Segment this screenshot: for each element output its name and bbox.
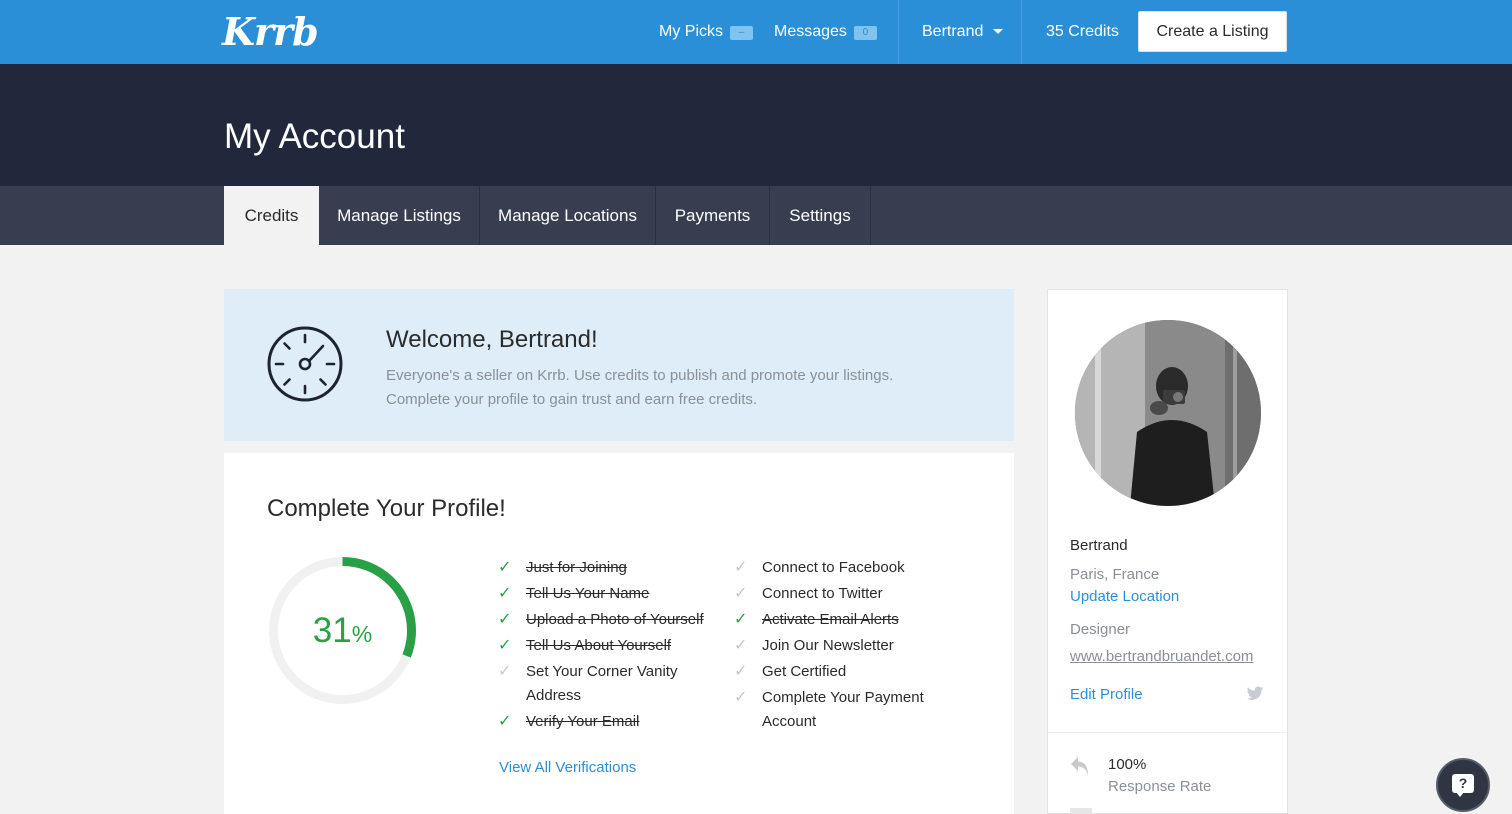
edit-profile-link[interactable]: Edit Profile <box>1070 686 1143 703</box>
tab-manage-listings[interactable]: Manage Listings <box>319 186 480 245</box>
task-label: Just for Joining <box>526 559 627 576</box>
profile-website-link[interactable]: www.bertrandbruandet.com <box>1070 648 1253 665</box>
user-menu-label: Bertrand <box>922 23 984 40</box>
avatar[interactable] <box>1075 320 1261 506</box>
checkmark-icon: ✓ <box>498 585 512 602</box>
task-label: Connect to Twitter <box>762 585 883 602</box>
nav-divider <box>1021 0 1022 64</box>
user-profile-sidebar: Bertrand Paris, France Update Location D… <box>1047 289 1288 814</box>
task-item[interactable]: ✓ Activate Email Alerts <box>734 608 964 632</box>
tab-settings[interactable]: Settings <box>770 186 871 245</box>
response-rate-value: 100% <box>1108 756 1147 773</box>
chevron-down-icon <box>993 29 1004 34</box>
credits-link[interactable]: 35 Credits <box>1046 0 1119 64</box>
checkmark-icon: ✓ <box>734 585 748 602</box>
checkmark-icon: ✓ <box>498 637 512 654</box>
messages-link[interactable]: Messages 0 <box>774 0 877 64</box>
profile-tasks-right: ✓ Connect to Facebook ✓ Connect to Twitter… <box>734 556 964 736</box>
progress-number: 31 <box>312 611 352 650</box>
nav-divider <box>898 0 899 64</box>
task-label: Get Certified <box>762 663 847 680</box>
view-all-verifications-link[interactable]: View All Verifications <box>499 759 636 776</box>
page-title: My Account <box>224 117 405 156</box>
stopwatch-icon <box>267 326 343 402</box>
task-item[interactable]: ✓ Set Your Corner Vanity Address <box>498 660 728 708</box>
checkmark-icon: ✓ <box>498 713 512 730</box>
task-item[interactable]: ✓ Join Our Newsletter <box>734 634 964 658</box>
user-menu-dropdown[interactable]: Bertrand <box>922 0 1004 64</box>
welcome-line-2: Complete your profile to gain trust and … <box>386 391 758 408</box>
reply-arrow-icon <box>1071 757 1088 775</box>
profile-progress-value: 31% <box>267 555 418 706</box>
task-label: Activate Email Alerts <box>762 611 899 628</box>
help-chat-icon: ? <box>1452 774 1474 793</box>
task-label: Tell Us About Yourself <box>526 637 672 654</box>
task-item[interactable]: ✓ Tell Us About Yourself <box>498 634 728 658</box>
complete-profile-title: Complete Your Profile! <box>267 495 506 522</box>
twitter-bird-icon[interactable] <box>1246 686 1264 702</box>
profile-location: Paris, France <box>1070 566 1160 583</box>
profile-tasks-left: ✓ Just for Joining ✓ Tell Us Your Name ✓ Up… <box>498 556 728 736</box>
my-picks-link[interactable]: My Picks – <box>659 0 753 64</box>
update-location-link[interactable]: Update Location <box>1070 588 1179 605</box>
task-item[interactable]: ✓ Just for Joining <box>498 556 728 580</box>
task-label: Join Our Newsletter <box>762 637 894 654</box>
profile-name: Bertrand <box>1070 537 1128 554</box>
task-label: Set Your Corner Vanity Address <box>526 663 678 704</box>
task-label: Complete Your Payment Account <box>762 689 924 730</box>
tab-manage-locations[interactable]: Manage Locations <box>480 186 656 245</box>
krrb-logo[interactable]: Krrb <box>222 9 319 54</box>
create-listing-button[interactable]: Create a Listing <box>1138 11 1287 52</box>
my-picks-badge: – <box>730 26 753 40</box>
tab-payments[interactable]: Payments <box>656 186 770 245</box>
conversations-icon <box>1070 808 1092 814</box>
checkmark-icon: ✓ <box>734 559 748 576</box>
task-item[interactable]: ✓ Verify Your Email <box>498 710 728 734</box>
task-label: Tell Us Your Name <box>526 585 650 602</box>
welcome-line-1: Everyone's a seller on Krrb. Use credits… <box>386 367 894 384</box>
task-label: Connect to Facebook <box>762 559 905 576</box>
task-item[interactable]: ✓ Complete Your Payment Account <box>734 686 964 734</box>
response-rate-label: Response Rate <box>1108 778 1212 795</box>
account-tabs: Credits Manage Listings Manage Locations… <box>0 186 1512 245</box>
checkmark-icon: ✓ <box>734 637 748 654</box>
profile-occupation: Designer <box>1070 621 1131 638</box>
checkmark-icon: ✓ <box>734 611 748 628</box>
welcome-panel: Welcome, Bertrand! Everyone's a seller o… <box>224 289 1014 441</box>
messages-label: Messages <box>774 23 847 40</box>
checkmark-icon: ✓ <box>734 689 748 706</box>
checkmark-icon: ✓ <box>734 663 748 680</box>
tab-credits[interactable]: Credits <box>224 186 319 245</box>
task-label: Verify Your Email <box>526 713 640 730</box>
sidebar-divider <box>1048 732 1287 733</box>
task-label: Upload a Photo of Yourself <box>526 611 704 628</box>
checkmark-icon: ✓ <box>498 559 512 576</box>
top-navigation-bar: Krrb My Picks – Messages 0 Bertrand 35 Cre… <box>0 0 1512 64</box>
welcome-title: Welcome, Bertrand! <box>386 326 598 353</box>
complete-profile-card: Complete Your Profile! 31% ✓ Just for Joi… <box>224 453 1014 814</box>
my-picks-label: My Picks <box>659 23 723 40</box>
help-chat-icon-tail <box>1456 792 1464 797</box>
task-item[interactable]: ✓ Get Certified <box>734 660 964 684</box>
checkmark-icon: ✓ <box>498 663 512 680</box>
task-item[interactable]: ✓ Upload a Photo of Yourself <box>498 608 728 632</box>
checkmark-icon: ✓ <box>498 611 512 628</box>
progress-percent-sign: % <box>351 621 373 647</box>
welcome-description: Everyone's a seller on Krrb. Use credits… <box>386 364 946 412</box>
avatar-photo <box>1075 320 1261 506</box>
task-item[interactable]: ✓ Tell Us Your Name <box>498 582 728 606</box>
task-item[interactable]: ✓ Connect to Facebook <box>734 556 964 580</box>
page-header: My Account <box>0 64 1512 186</box>
help-chat-button[interactable]: ? <box>1436 758 1490 812</box>
messages-badge: 0 <box>853 26 877 40</box>
task-item[interactable]: ✓ Connect to Twitter <box>734 582 964 606</box>
